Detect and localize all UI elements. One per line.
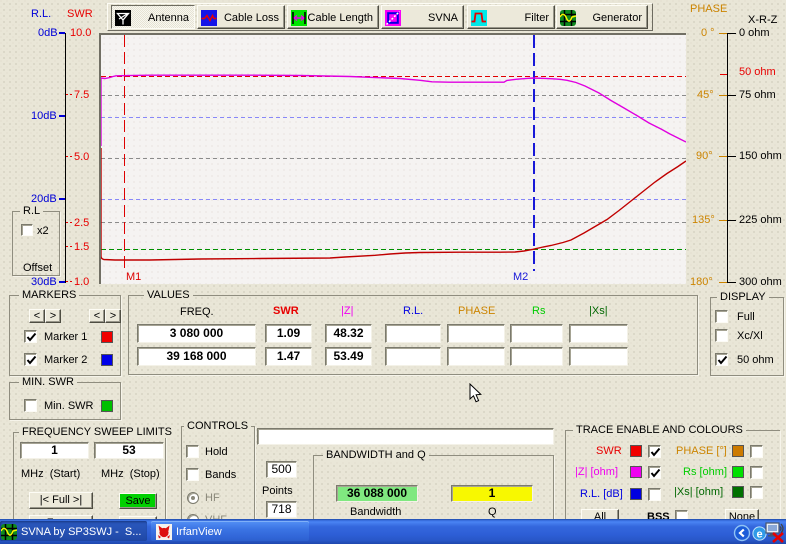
svg-text:e: e: [756, 528, 762, 540]
